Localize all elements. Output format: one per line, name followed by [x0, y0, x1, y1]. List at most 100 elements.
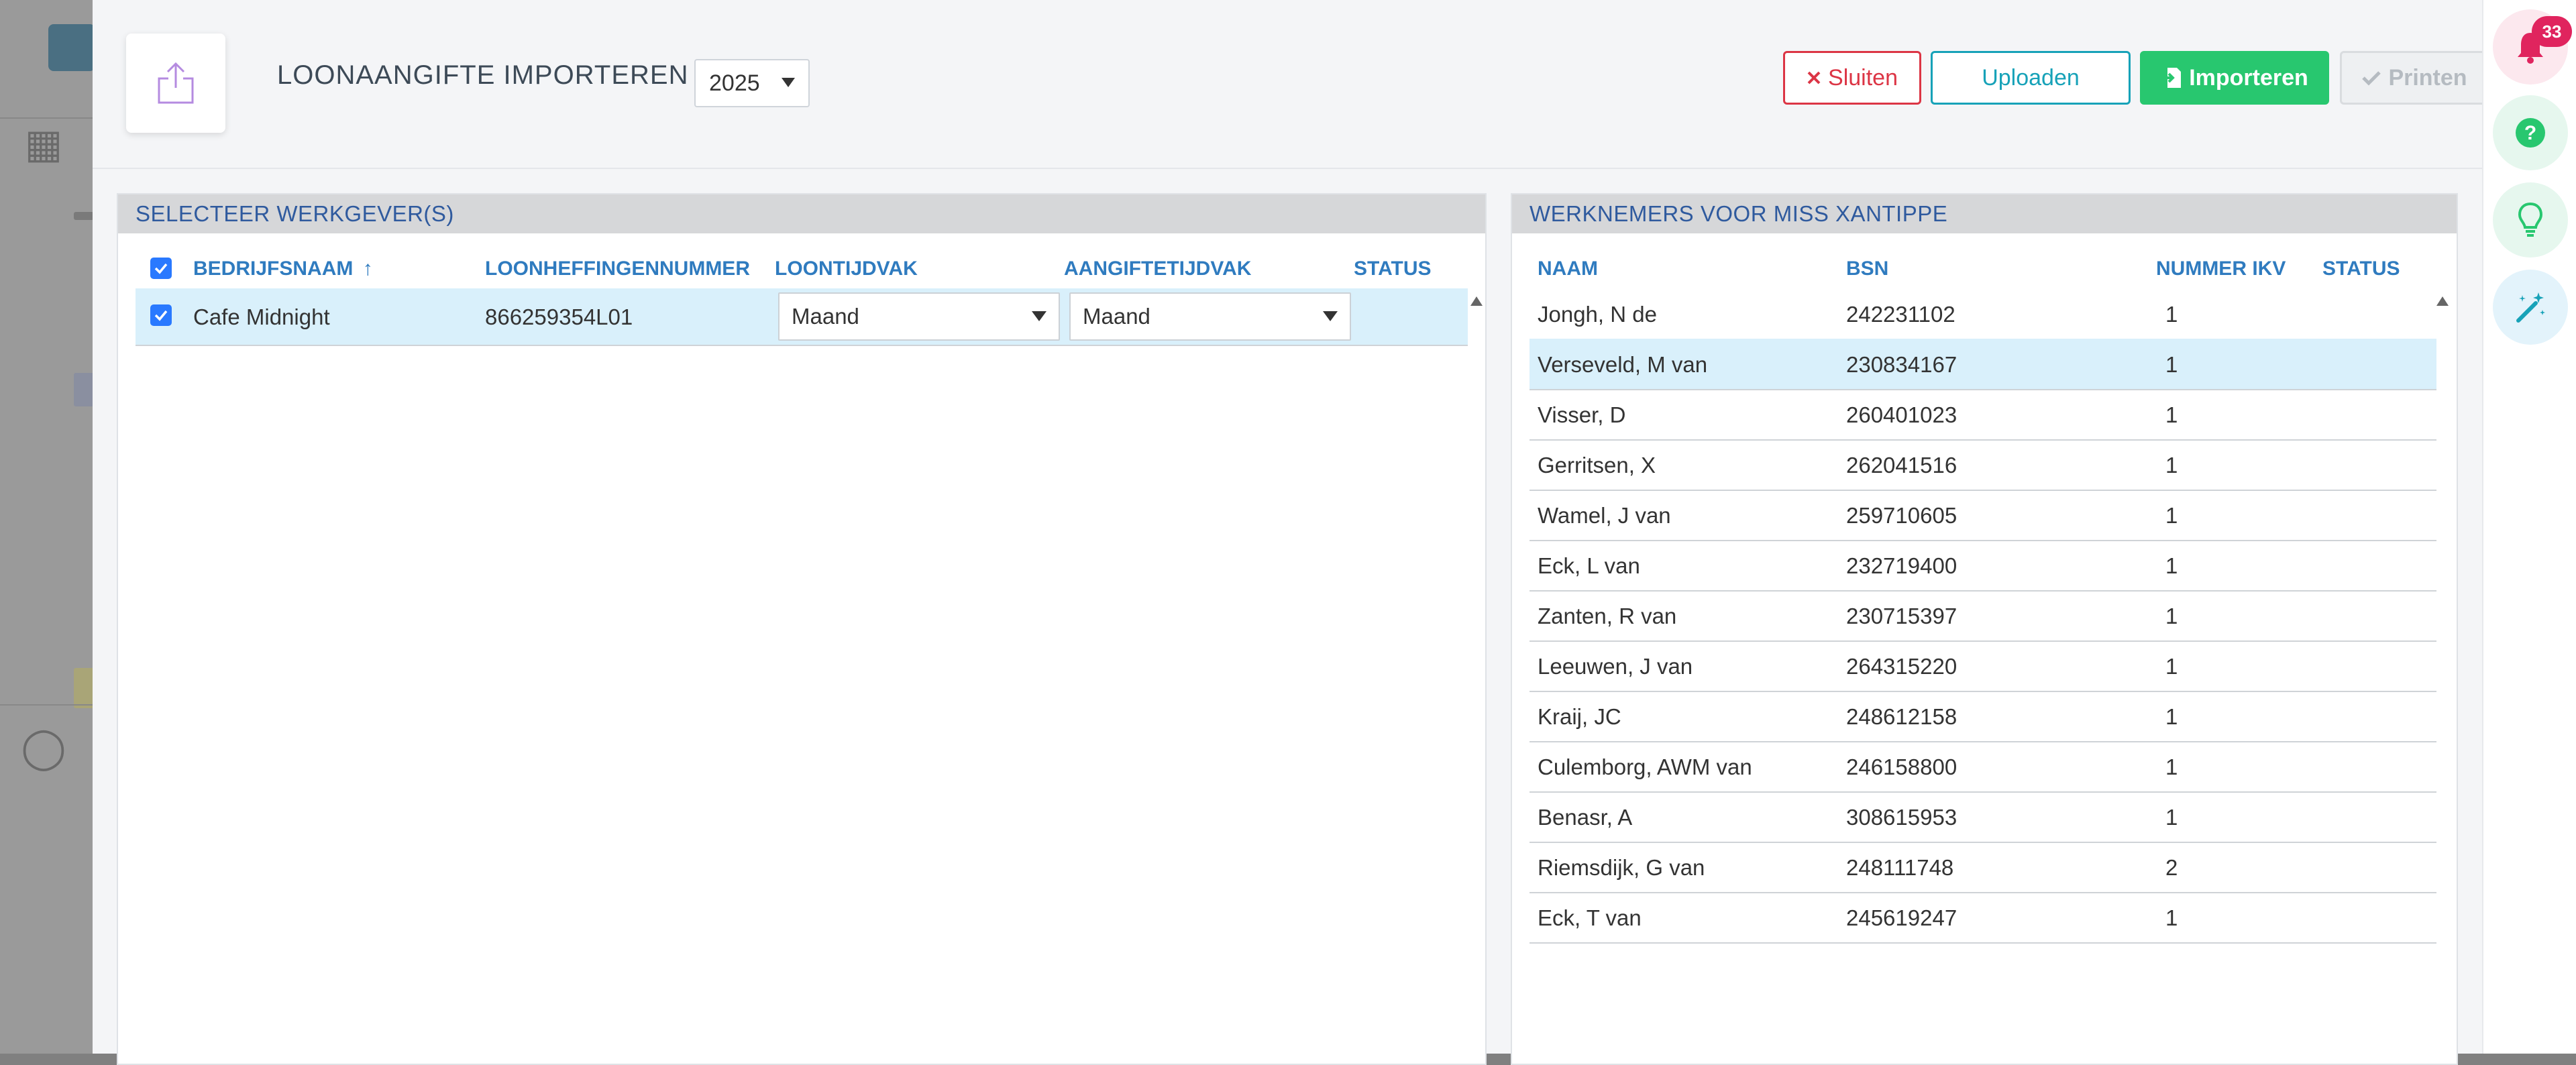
- employee-bsn: 245619247: [1846, 905, 1957, 930]
- notification-badge: 33: [2532, 16, 2572, 47]
- column-header-status[interactable]: STATUS: [2322, 258, 2400, 280]
- employees-panel-title: WERKNEMERS VOOR MISS XANTIPPE: [1512, 194, 2457, 233]
- employee-bsn: 259710605: [1846, 503, 1957, 528]
- declaration-period-dropdown[interactable]: Maand: [1069, 292, 1351, 341]
- select-all-checkbox[interactable]: [150, 258, 172, 279]
- employee-name: Gerritsen, X: [1538, 453, 1656, 478]
- employee-name: Benasr, A: [1538, 805, 1633, 830]
- pay-period-value: Maand: [792, 304, 859, 329]
- print-button-label: Printen: [2388, 64, 2467, 91]
- table-row[interactable]: [1529, 439, 2436, 490]
- declaration-period-value: Maand: [1083, 304, 1150, 329]
- employee-ikv-number: 1: [2165, 604, 2178, 628]
- employee-bsn: 264315220: [1846, 654, 1957, 679]
- row-checkbox[interactable]: [150, 304, 172, 326]
- row-divider: [136, 345, 1468, 346]
- employee-bsn: 260401023: [1846, 402, 1957, 427]
- table-row[interactable]: [1529, 540, 2436, 590]
- column-header-ikv-number[interactable]: NUMMER IKV: [2156, 258, 2286, 280]
- employee-ikv-number: 2: [2165, 855, 2178, 880]
- table-row[interactable]: [1529, 791, 2436, 842]
- scroll-up-icon[interactable]: [2436, 296, 2449, 306]
- employee-name: Culemborg, AWM van: [1538, 754, 1752, 779]
- background-app: ▦ ◯: [0, 0, 95, 1054]
- column-header-bsn[interactable]: BSN: [1846, 258, 1888, 280]
- employee-ikv-number: 1: [2165, 453, 2178, 478]
- building-icon: ▦: [24, 121, 63, 166]
- notifications-button[interactable]: 33: [2493, 9, 2572, 85]
- check-icon: [154, 263, 168, 274]
- employee-bsn: 262041516: [1846, 453, 1957, 478]
- employee-ikv-number: 1: [2165, 905, 2178, 930]
- table-row[interactable]: [1529, 691, 2436, 741]
- employee-ikv-number: 1: [2165, 302, 2178, 327]
- employee-bsn: 248612158: [1846, 704, 1957, 729]
- company-name: Cafe Midnight: [193, 304, 330, 329]
- employee-ikv-number: 1: [2165, 654, 2178, 679]
- employee-ikv-number: 1: [2165, 754, 2178, 779]
- import-button-label: Importeren: [2189, 64, 2308, 91]
- background-divider: [0, 117, 94, 119]
- year-select[interactable]: 2025: [694, 59, 810, 107]
- background-menu-item: [74, 212, 94, 220]
- close-button[interactable]: Sluiten: [1783, 51, 1921, 105]
- share-upload-icon: [158, 62, 194, 104]
- employee-name: Verseveld, M van: [1538, 352, 1708, 377]
- upload-button[interactable]: Uploaden: [1931, 51, 2131, 105]
- table-row[interactable]: [1529, 389, 2436, 439]
- year-select-value: 2025: [709, 70, 760, 96]
- background-menu-item: [74, 668, 94, 708]
- background-divider: [0, 704, 94, 706]
- magic-wand-icon: [2516, 292, 2545, 323]
- check-icon: [2362, 71, 2381, 86]
- column-header-company-label: BEDRIJFSNAAM: [193, 258, 354, 280]
- tips-button[interactable]: [2493, 182, 2568, 258]
- close-button-label: Sluiten: [1828, 64, 1898, 91]
- employee-name: Zanten, R van: [1538, 604, 1677, 628]
- employee-name: Jongh, N de: [1538, 302, 1657, 327]
- check-icon: [154, 310, 168, 321]
- lightbulb-icon: [2518, 202, 2543, 237]
- help-button[interactable]: ?: [2493, 95, 2568, 170]
- payroll-tax-number: 866259354L01: [485, 304, 633, 329]
- wizard-button[interactable]: [2493, 270, 2568, 345]
- employee-ikv-number: 1: [2165, 805, 2178, 830]
- employee-bsn: 308615953: [1846, 805, 1957, 830]
- employee-ikv-number: 1: [2165, 402, 2178, 427]
- column-header-declaration-period[interactable]: AANGIFTETIJDVAK: [1064, 258, 1251, 280]
- svg-text:?: ?: [2524, 122, 2536, 144]
- employee-ikv-number: 1: [2165, 704, 2178, 729]
- employee-bsn: 246158800: [1846, 754, 1957, 779]
- modal-header: LOONAANGIFTE IMPORTEREN 2025 Sluiten Upl…: [93, 0, 2489, 169]
- chevron-down-icon: [1032, 311, 1046, 321]
- column-header-company[interactable]: BEDRIJFSNAAM ↑: [193, 258, 373, 280]
- upload-tile: [126, 34, 225, 133]
- import-button[interactable]: Importeren: [2140, 51, 2329, 105]
- scroll-up-icon[interactable]: [1470, 296, 1483, 306]
- column-header-name[interactable]: NAAM: [1538, 258, 1598, 280]
- employees-panel: WERKNEMERS VOOR MISS XANTIPPE NAAM BSN N…: [1511, 193, 2458, 1065]
- upload-button-label: Uploaden: [1982, 64, 2080, 91]
- employee-name: Eck, T van: [1538, 905, 1642, 930]
- employee-name: Wamel, J van: [1538, 503, 1671, 528]
- table-row[interactable]: [1529, 288, 2436, 339]
- close-icon: [1807, 71, 1821, 85]
- employee-ikv-number: 1: [2165, 553, 2178, 578]
- background-logo: [48, 24, 95, 71]
- sort-ascending-icon: ↑: [362, 258, 373, 280]
- employer-panel: SELECTEER WERKGEVER(S) BEDRIJFSNAAM ↑ LO…: [117, 193, 1487, 1065]
- table-row[interactable]: [1529, 892, 2436, 942]
- column-header-pay-period[interactable]: LOONTIJDVAK: [775, 258, 918, 280]
- employee-bsn: 230715397: [1846, 604, 1957, 628]
- chevron-down-icon: [782, 78, 795, 87]
- column-header-payroll-tax-number[interactable]: LOONHEFFINGENNUMMER: [485, 258, 750, 280]
- pay-period-dropdown[interactable]: Maand: [778, 292, 1060, 341]
- file-import-icon: [2162, 68, 2182, 88]
- row-divider: [1529, 942, 2436, 944]
- user-icon: ◯: [21, 725, 66, 770]
- employee-bsn: 242231102: [1846, 302, 1955, 327]
- page-title: LOONAANGIFTE IMPORTEREN: [277, 60, 689, 90]
- column-header-status[interactable]: STATUS: [1354, 258, 1432, 280]
- employee-bsn: 248111748: [1846, 855, 1954, 880]
- print-button[interactable]: Printen: [2340, 51, 2489, 105]
